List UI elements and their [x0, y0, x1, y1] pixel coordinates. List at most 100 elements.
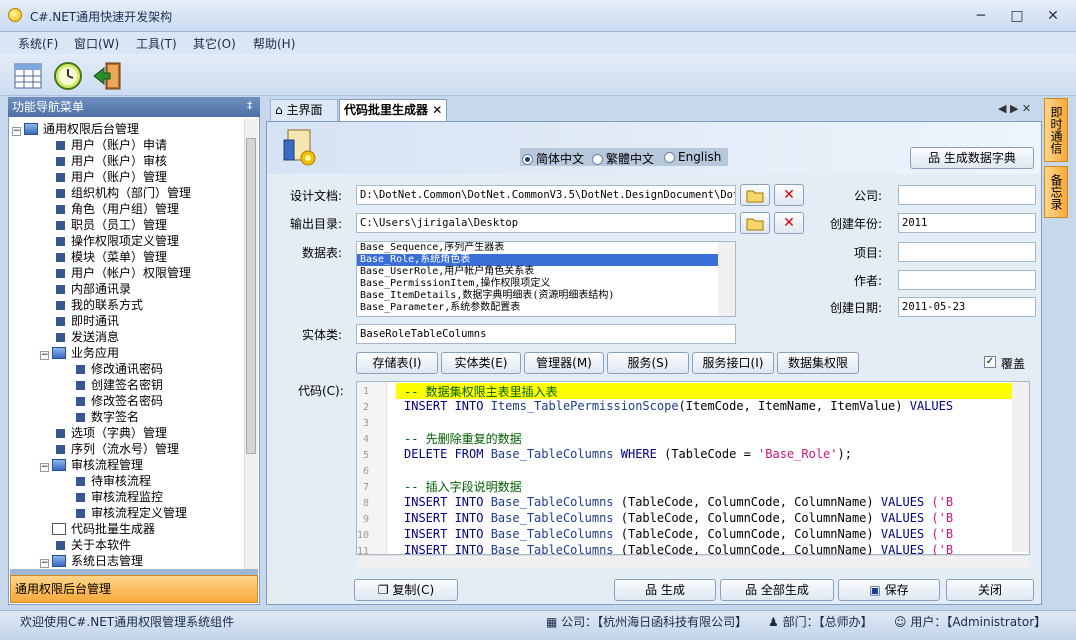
browse-output-button[interactable] [740, 212, 770, 234]
code-vertical-scrollbar[interactable] [1012, 382, 1029, 552]
module-icon [56, 317, 65, 326]
tree-item-root[interactable]: − 通用权限后台管理 [12, 121, 139, 137]
list-item[interactable]: Base_PermissionItem,操作权限项定义 [357, 278, 735, 290]
tree-item[interactable]: 操作权限项定义管理 [56, 233, 179, 249]
list-item[interactable]: Base_UserRole,用户帐户角色关系表 [357, 266, 735, 278]
tree-item[interactable]: 内部通讯录 [56, 281, 131, 297]
list-item-selected[interactable]: Base_Role,系统角色表 [357, 254, 735, 266]
company-label: 公司: [854, 189, 883, 203]
tree-item[interactable]: 组织机构（部门）管理 [56, 185, 191, 201]
module-icon [56, 173, 65, 182]
tree-item-group[interactable]: − 业务应用 [40, 345, 119, 361]
table-listbox[interactable]: Base_Sequence,序列产生器表 Base_Role,系统角色表 Bas… [356, 241, 736, 317]
code-horizontal-scrollbar[interactable] [357, 555, 1029, 569]
menu-system[interactable]: 系统(F) [18, 35, 58, 52]
list-scrollbar[interactable] [718, 242, 735, 316]
tree-item[interactable]: 创建签名密钥 [76, 377, 163, 393]
tab-navigation[interactable]: ◀ ▶ ✕ [998, 102, 1031, 115]
people-icon: ♟ [768, 615, 783, 629]
copy-button[interactable]: ❐ 复制(C) [354, 579, 458, 601]
entity-input[interactable]: BaseRoleTableColumns [356, 324, 736, 344]
exit-icon[interactable] [92, 60, 124, 92]
clock-icon[interactable] [52, 60, 84, 92]
close-window-button[interactable]: ✕ [1040, 6, 1066, 26]
tree-item[interactable]: 审核流程定义管理 [76, 505, 187, 521]
minimize-button[interactable]: ─ [968, 6, 994, 26]
author-label: 作者: [854, 274, 883, 288]
menu-other[interactable]: 其它(O) [193, 35, 236, 52]
tree-item[interactable]: 修改签名密码 [76, 393, 163, 409]
browse-design-button[interactable] [740, 184, 770, 206]
tree-item[interactable]: 选项（字典）管理 [56, 425, 167, 441]
tree-item[interactable]: 序列（流水号）管理 [56, 441, 179, 457]
tree-item[interactable]: 用户（账户）申请 [56, 137, 167, 153]
generate-all-button[interactable]: 品 全部生成 [720, 579, 834, 601]
tree-item[interactable]: 用户（帐户）权限管理 [56, 265, 191, 281]
code-line: -- 数据集权限主表里插入表 [404, 385, 558, 399]
tree-item[interactable]: 关于本软件 [56, 537, 131, 553]
tab-home[interactable]: ⌂ 主界面 [270, 99, 338, 121]
code-line: -- 先删除重复的数据 [404, 432, 522, 446]
clear-design-button[interactable]: ✕ [774, 184, 804, 206]
output-dir-input[interactable]: C:\Users\jirigala\Desktop [356, 213, 736, 233]
nav-scrollbar-thumb[interactable] [246, 138, 256, 454]
tree-item[interactable]: 职员（员工）管理 [56, 217, 167, 233]
maximize-button[interactable]: □ [1004, 6, 1030, 26]
list-item[interactable]: Base_Sequence,序列产生器表 [357, 242, 735, 254]
tree-item[interactable]: 审核流程监控 [76, 489, 163, 505]
gen-storage-button[interactable]: 存储表(I) [356, 352, 438, 374]
gen-dataset-permission-button[interactable]: 数据集权限 [777, 352, 859, 374]
tree-item[interactable]: 待审核流程 [76, 473, 151, 489]
gen-service-interface-button[interactable]: 服务接口(I) [692, 352, 774, 374]
radio-simplified-chinese[interactable]: 简体中文 [522, 150, 584, 167]
year-input[interactable]: 2011 [898, 213, 1036, 233]
radio-traditional-chinese[interactable]: 繁體中文 [592, 150, 654, 167]
menu-help[interactable]: 帮助(H) [253, 35, 295, 52]
gen-manager-button[interactable]: 管理器(M) [524, 352, 604, 374]
author-input[interactable] [898, 270, 1036, 290]
close-tab-icon[interactable]: ✕ [432, 103, 442, 117]
tree-item-group[interactable]: − 审核流程管理 [40, 457, 143, 473]
project-input[interactable] [898, 242, 1036, 262]
gen-service-button[interactable]: 服务(S) [607, 352, 689, 374]
building-icon: ▦ [546, 615, 562, 629]
module-icon [56, 221, 65, 230]
module-icon [56, 253, 65, 262]
close-button[interactable]: 关闭 [946, 579, 1034, 601]
company-input[interactable] [898, 185, 1036, 205]
tab-code-generator[interactable]: 代码批里生成器 ✕ [339, 99, 447, 121]
tree-item[interactable]: 角色（用户组）管理 [56, 201, 179, 217]
gen-entity-button[interactable]: 实体类(E) [441, 352, 521, 374]
tree-item[interactable]: 我的联系方式 [56, 297, 143, 313]
tree-item[interactable]: 即时通讯 [56, 313, 119, 329]
tree-item[interactable]: 发送消息 [56, 329, 119, 345]
design-doc-input[interactable]: D:\DotNet.Common\DotNet.CommonV3.5\DotNe… [356, 185, 736, 205]
generate-dictionary-button[interactable]: 品 生成数据字典 [910, 147, 1034, 169]
menu-tools[interactable]: 工具(T) [136, 35, 177, 52]
save-button[interactable]: ▣ 保存 [838, 579, 940, 601]
nav-footer-group[interactable]: 通用权限后台管理 [10, 575, 258, 603]
tree-item[interactable]: 用户（账户）管理 [56, 169, 167, 185]
hierarchy-icon: 品 [645, 583, 661, 597]
tree-item[interactable]: 模块（菜单）管理 [56, 249, 167, 265]
tree-item[interactable]: 数字签名 [76, 409, 139, 425]
menu-window[interactable]: 窗口(W) [74, 35, 119, 52]
pin-icon[interactable]: ‡ [247, 99, 253, 112]
tree-item[interactable]: 用户（账户）审核 [56, 153, 167, 169]
tree-item[interactable]: 修改通讯密码 [76, 361, 163, 377]
overwrite-checkbox[interactable]: ✓ [984, 356, 996, 368]
side-tab-memo[interactable]: 备忘录 [1044, 166, 1068, 218]
list-item[interactable]: Base_ItemDetails,数据字典明细表(资源明细表结构) [357, 290, 735, 302]
database-icon[interactable] [12, 60, 44, 92]
delete-icon: ✕ [783, 215, 795, 231]
date-input[interactable]: 2011-05-23 [898, 297, 1036, 317]
radio-english[interactable]: English [664, 150, 721, 164]
list-item[interactable]: Base_Parameter,系统参数配置表 [357, 302, 735, 314]
tree-item-group[interactable]: − 系统日志管理 [40, 553, 143, 569]
side-tab-instant-messaging[interactable]: 即时通信 [1044, 98, 1068, 162]
clear-output-button[interactable]: ✕ [774, 212, 804, 234]
generate-button[interactable]: 品 生成 [614, 579, 716, 601]
module-icon [76, 509, 85, 518]
module-icon [56, 333, 65, 342]
tree-item[interactable]: 代码批量生成器 [52, 521, 155, 537]
